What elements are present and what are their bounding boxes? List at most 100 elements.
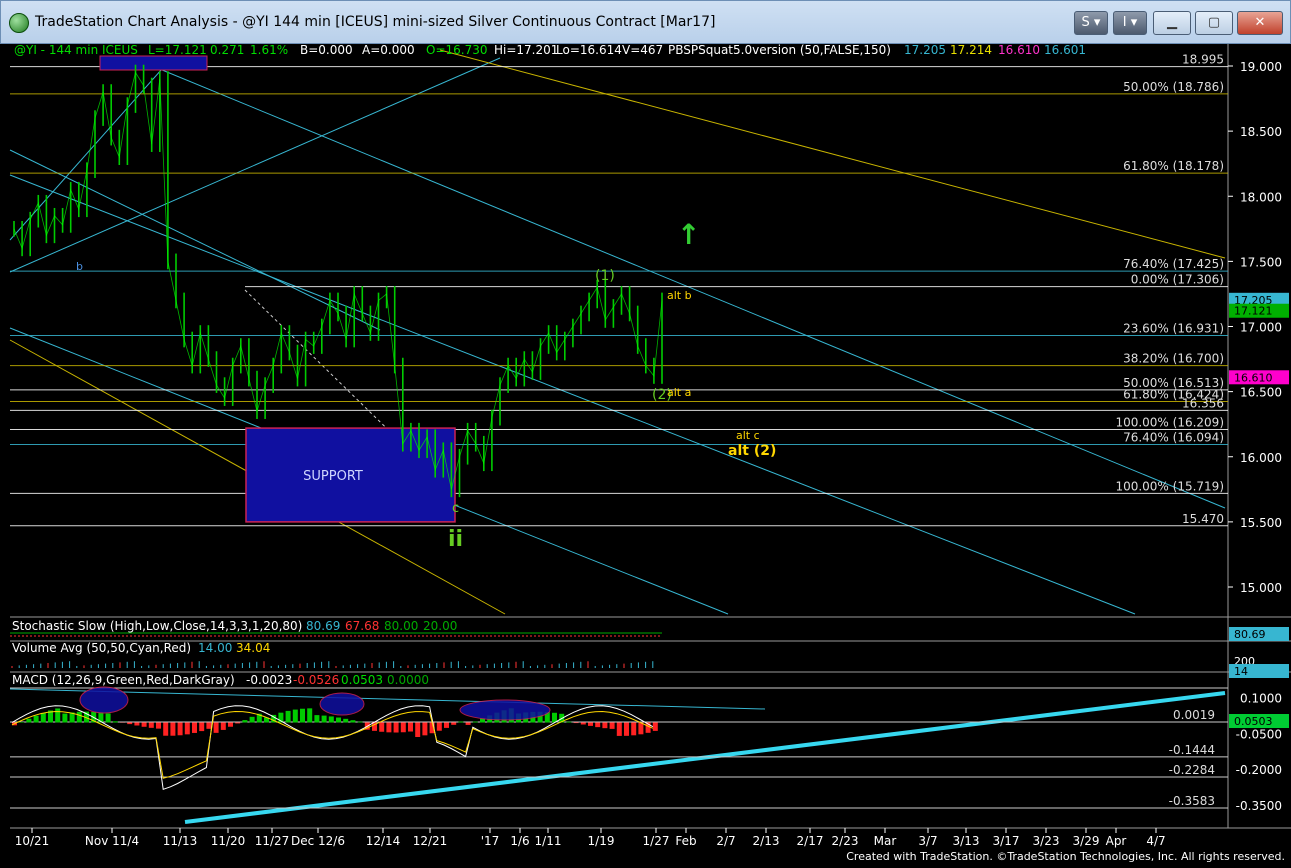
symbol-link-button[interactable]: S ▾ — [1074, 11, 1108, 35]
legend-high: Hi=17.201 — [494, 44, 558, 57]
macd-hist-19 — [149, 722, 154, 727]
legend-symbol: @YI - 144 min ICEUS — [14, 44, 138, 57]
legend-change-pct: 1.61% — [250, 44, 288, 57]
macd-hist-84 — [617, 722, 622, 735]
macd-ytick-1: -0.0500 — [1236, 727, 1282, 741]
xtick-22: 3/23 — [1033, 834, 1060, 848]
macd-hist-40 — [300, 709, 305, 723]
macd-hist-89 — [653, 722, 658, 730]
macd-hist-56 — [415, 722, 420, 737]
macd-hist-85 — [624, 722, 629, 735]
macd-hist-41 — [307, 708, 312, 722]
maximize-button[interactable]: ▢ — [1195, 11, 1233, 35]
interval-link-button[interactable]: I ▾ — [1113, 11, 1147, 35]
fib-label-0: 50.00% (18.786) — [1123, 80, 1224, 94]
macd-hist-18 — [142, 722, 147, 726]
macd-ellipse-1 — [80, 687, 128, 713]
chart-area[interactable]: 50.00% (18.786)61.80% (18.178)76.40% (17… — [0, 44, 1291, 864]
xtick-9: 1/6 — [510, 834, 529, 848]
price-tag-1: 17.121 — [1234, 305, 1273, 318]
macd-hist-25 — [192, 722, 197, 732]
macd-hist-16 — [127, 722, 132, 724]
macd-hist-82 — [602, 722, 607, 728]
macd-hist-59 — [437, 722, 442, 730]
macd-hist-52 — [386, 722, 391, 732]
app-logo-icon — [9, 13, 29, 33]
macd-hist-79 — [581, 722, 586, 724]
xtick-8: '17 — [481, 834, 500, 848]
macd-hist-30 — [228, 722, 233, 726]
macd-hist-57 — [422, 722, 427, 735]
fib-levels: 50.00% (18.786)61.80% (18.178)76.40% (17… — [10, 53, 1228, 526]
legend-study-v2: 17.214 — [950, 44, 992, 57]
macd-value-1: -0.0023 — [246, 673, 292, 687]
price-ytick-3: 17.500 — [1240, 255, 1282, 269]
macd-hist-33 — [250, 717, 255, 723]
xtick-5: Dec 12/6 — [291, 834, 345, 848]
xtick-14: 2/7 — [716, 834, 735, 848]
fib-label-9: 76.40% (16.094) — [1123, 431, 1224, 445]
macd-hist-87 — [638, 722, 643, 734]
price-ytick-7: 15.500 — [1240, 516, 1282, 530]
trendlines — [10, 50, 1225, 822]
macd-hist-21 — [163, 722, 168, 735]
legend-study-v3: 16.610 — [998, 44, 1040, 57]
legend-volume: V=467 — [622, 44, 663, 57]
chart-canvas[interactable]: 50.00% (18.786)61.80% (18.178)76.40% (17… — [0, 44, 1291, 864]
macd-ellipse-3 — [460, 700, 550, 720]
legend-last: L=17.121 — [148, 44, 207, 57]
legend-low: Lo=16.614 — [556, 44, 622, 57]
annotation-0: (1) — [595, 268, 615, 284]
window-title: TradeStation Chart Analysis - @YI 144 mi… — [35, 14, 715, 30]
xtick-15: 2/13 — [753, 834, 780, 848]
volume-value-1: 14.00 — [198, 641, 232, 655]
macd-hist-14 — [113, 721, 118, 722]
macd-hist-83 — [610, 722, 615, 728]
xtick-0: 10/21 — [15, 834, 50, 848]
xtick-1: Nov 11/4 — [85, 834, 139, 848]
annotation-8: ii — [448, 527, 463, 552]
xtick-16: 2/17 — [797, 834, 824, 848]
fib-label-12: 16.356 — [1182, 396, 1224, 410]
macd-hist-28 — [214, 722, 219, 732]
annotation-2: alt b — [667, 289, 692, 302]
stoch-title: Stochastic Slow (High,Low,Close,14,3,3,1… — [12, 619, 302, 633]
xtick-17: 2/23 — [832, 834, 859, 848]
footer-copyright: Created with TradeStation. ©TradeStation… — [846, 850, 1285, 863]
macd-hist-7 — [62, 714, 67, 723]
xtick-20: 3/13 — [953, 834, 980, 848]
axes: 19.00018.50018.00017.50017.00016.50016.0… — [15, 60, 1289, 848]
macd-level-label-2: -0.2284 — [1169, 763, 1215, 777]
close-button[interactable]: ✕ — [1237, 11, 1283, 35]
price-ytick-4: 17.000 — [1240, 321, 1282, 335]
macd-title: MACD (12,26,9,Green,Red,DarkGray) — [12, 673, 235, 687]
annotation-6: b — [76, 260, 83, 273]
macd-hist-39 — [293, 710, 298, 723]
xtick-3: 11/20 — [211, 834, 246, 848]
macd-hist-61 — [451, 722, 456, 724]
macd-hist-32 — [242, 720, 247, 722]
fib-label-4: 23.60% (16.931) — [1123, 321, 1224, 335]
macd-hist-6 — [55, 708, 60, 722]
fib-label-10: 100.00% (15.719) — [1115, 479, 1224, 493]
minimize-button[interactable]: ▁ — [1153, 11, 1191, 35]
macd-ytick-2: -0.2000 — [1236, 763, 1282, 777]
xtick-11: 1/19 — [588, 834, 615, 848]
yellow-trendline-1 — [440, 50, 1225, 258]
macd-hist-26 — [199, 722, 204, 731]
xtick-19: 3/7 — [918, 834, 937, 848]
xtick-2: 11/13 — [163, 834, 198, 848]
macd-hist-17 — [134, 722, 139, 725]
macd-hist-48 — [358, 722, 363, 723]
macd-hist-9 — [77, 712, 82, 723]
xtick-7: 12/21 — [413, 834, 448, 848]
xtick-24: Apr — [1106, 834, 1127, 848]
close-icon: ✕ — [1255, 15, 1266, 30]
macd-value-4: 0.0000 — [387, 673, 429, 687]
price-ytick-8: 15.000 — [1240, 581, 1282, 595]
macd-hist-2 — [26, 719, 31, 723]
macd-hist-43 — [322, 716, 327, 723]
stoch-value-1: 80.69 — [306, 619, 340, 633]
macd-hist-4 — [41, 713, 46, 723]
xtick-12: 1/27 — [643, 834, 670, 848]
